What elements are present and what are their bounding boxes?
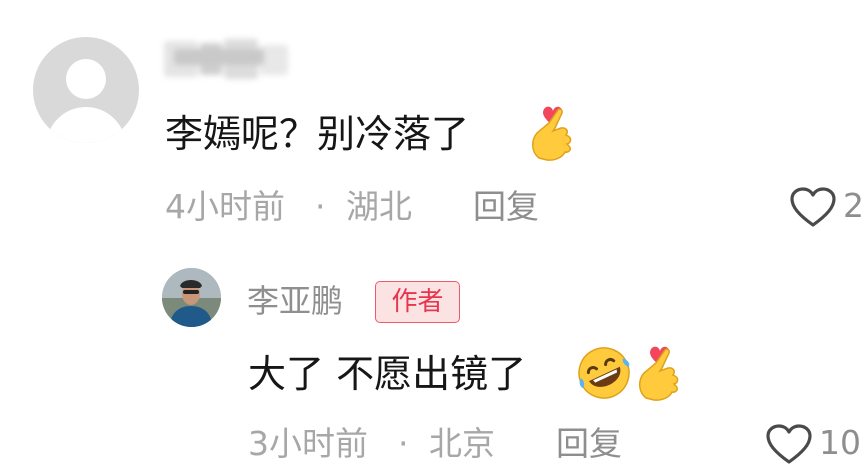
- finger-heart-emoji-icon: [532, 106, 572, 161]
- comment-location: 湖北: [346, 187, 412, 226]
- meta-separator: ·: [315, 187, 326, 226]
- like-count: 2: [843, 186, 863, 225]
- comment-text: 大了 不愿出镜了: [248, 352, 527, 396]
- like-heart-icon[interactable]: [789, 186, 837, 228]
- author-name[interactable]: 李亚鹏: [247, 281, 343, 321]
- blurred-username[interactable]: [164, 35, 290, 81]
- comment-time: 4小时前: [165, 187, 285, 226]
- reply-button[interactable]: 回复: [473, 187, 539, 227]
- comment-location: 北京: [429, 424, 495, 463]
- comment-time: 3小时前: [248, 424, 368, 463]
- reply-button[interactable]: 回复: [556, 424, 622, 464]
- author-badge: 作者: [375, 281, 460, 323]
- rolling-on-floor-laughing-emoji-icon: [578, 347, 630, 399]
- like-heart-icon[interactable]: [765, 423, 813, 465]
- default-avatar-icon[interactable]: [33, 37, 139, 143]
- author-avatar[interactable]: [162, 268, 221, 327]
- comment-text: 李嫣呢？别冷落了: [165, 112, 470, 156]
- finger-heart-emoji-icon: [639, 346, 679, 401]
- meta-separator: ·: [398, 424, 409, 463]
- like-count: 10: [819, 423, 861, 462]
